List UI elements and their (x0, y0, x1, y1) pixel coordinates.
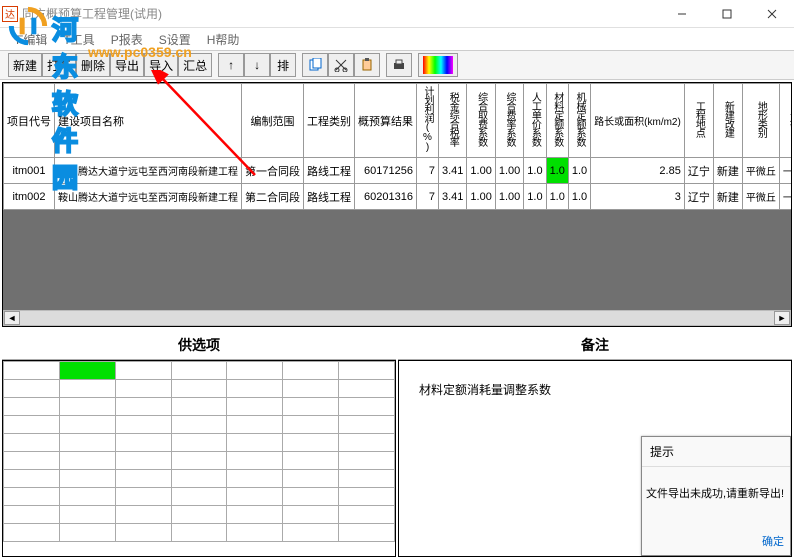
options-title: 供选项 (2, 331, 396, 360)
paste-button[interactable] (354, 53, 380, 77)
col-profit: 计划利润(%) (417, 84, 439, 158)
col-name: 建设项目名称 (55, 84, 242, 158)
col-fee2: 综合费率系数 (495, 84, 523, 158)
h-scrollbar[interactable]: ◄ ► (3, 310, 791, 326)
col-type: 工程类别 (304, 84, 355, 158)
empty-grid-area (3, 210, 791, 310)
selected-option-cell[interactable] (59, 362, 115, 380)
menu-reports[interactable]: P报表 (103, 29, 151, 50)
remark-title: 备注 (398, 331, 792, 360)
menu-settings[interactable]: S设置 (151, 29, 199, 50)
remark-body: 材料定额消耗量调整系数 提示 文件导出未成功,请重新导出! 确定 (398, 360, 792, 557)
col-material: 材料定额系数 (546, 84, 568, 158)
col-labor: 人工单价系数 (524, 84, 546, 158)
scissors-icon (334, 58, 348, 72)
cut-button[interactable] (328, 53, 354, 77)
list-item (4, 380, 395, 398)
summary-button[interactable]: 汇总 (178, 53, 212, 77)
list-item (4, 434, 395, 452)
move-up-button[interactable]: ↑ (218, 53, 244, 77)
copy-icon (308, 58, 322, 72)
titlebar: 达 同方概预算工程管理(试用) (0, 0, 794, 28)
copy-button[interactable] (302, 53, 328, 77)
list-item (4, 506, 395, 524)
col-fee1: 综合取费系数 (467, 84, 495, 158)
move-down-button[interactable]: ↓ (244, 53, 270, 77)
menubar: F编辑 T工具 P报表 S设置 H帮助 (0, 28, 794, 50)
scroll-right-button[interactable]: ► (774, 311, 790, 325)
color-button[interactable] (418, 53, 458, 77)
options-grid[interactable] (2, 360, 396, 557)
export-button[interactable]: 导出 (110, 53, 144, 77)
col-terrain: 地形类别 (742, 84, 779, 158)
import-button[interactable]: 导入 (144, 53, 178, 77)
col-id: 项目代号 (4, 84, 55, 158)
list-item (4, 524, 395, 542)
popup-ok-button[interactable]: 确定 (758, 529, 788, 553)
list-item (4, 452, 395, 470)
col-grade: 公等 (779, 84, 792, 158)
list-item (4, 416, 395, 434)
list-item (4, 398, 395, 416)
list-item (4, 362, 395, 380)
open-button[interactable]: 打开 (42, 53, 76, 77)
col-tax: 税金综合税率 (439, 84, 467, 158)
popup-title: 提示 (642, 437, 790, 467)
list-item (4, 470, 395, 488)
print-button[interactable] (386, 53, 412, 77)
header-row: 项目代号 建设项目名称 编制范围 工程类别 概预算结果 计划利润(%) 税金综合… (4, 84, 793, 158)
maximize-button[interactable] (704, 0, 749, 28)
paste-icon (360, 58, 374, 72)
toolbar: 新建 打开 删除 导出 导入 汇总 ↑ ↓ 排 (0, 50, 794, 80)
table-row[interactable]: itm002 鞍山腾达大道宁远屯至西河南段新建工程 第二合同段 路线工程 602… (4, 184, 793, 210)
scroll-left-button[interactable]: ◄ (4, 311, 20, 325)
col-build: 新建改建 (713, 84, 742, 158)
app-icon: 达 (2, 6, 18, 22)
col-machine: 机械定额系数 (568, 84, 590, 158)
popup-message: 文件导出未成功,请重新导出! (642, 467, 790, 519)
printer-icon (392, 58, 406, 72)
col-length: 路长或面积(km/m2) (591, 84, 685, 158)
list-item (4, 488, 395, 506)
highlighted-cell[interactable]: 1.0 (546, 158, 568, 184)
alert-popup: 提示 文件导出未成功,请重新导出! 确定 (641, 436, 791, 556)
minimize-button[interactable] (659, 0, 704, 28)
menu-edit[interactable]: F编辑 (8, 29, 55, 50)
sort-button[interactable]: 排 (270, 53, 296, 77)
col-location: 工程地点 (684, 84, 713, 158)
col-scope: 编制范围 (242, 84, 304, 158)
delete-button[interactable]: 删除 (76, 53, 110, 77)
remark-panel: 备注 材料定额消耗量调整系数 提示 文件导出未成功,请重新导出! 确定 (398, 331, 792, 557)
col-result: 概预算结果 (355, 84, 417, 158)
rainbow-icon (423, 56, 453, 74)
new-button[interactable]: 新建 (8, 53, 42, 77)
menu-help[interactable]: H帮助 (199, 29, 248, 50)
options-panel: 供选项 (2, 331, 396, 557)
table-row[interactable]: itm001 鞍山腾达大道宁远屯至西河南段新建工程 第一合同段 路线工程 601… (4, 158, 793, 184)
remark-text: 材料定额消耗量调整系数 (419, 381, 551, 398)
close-button[interactable] (749, 0, 794, 28)
main-grid[interactable]: 项目代号 建设项目名称 编制范围 工程类别 概预算结果 计划利润(%) 税金综合… (2, 82, 792, 327)
menu-tools[interactable]: T工具 (55, 29, 102, 50)
